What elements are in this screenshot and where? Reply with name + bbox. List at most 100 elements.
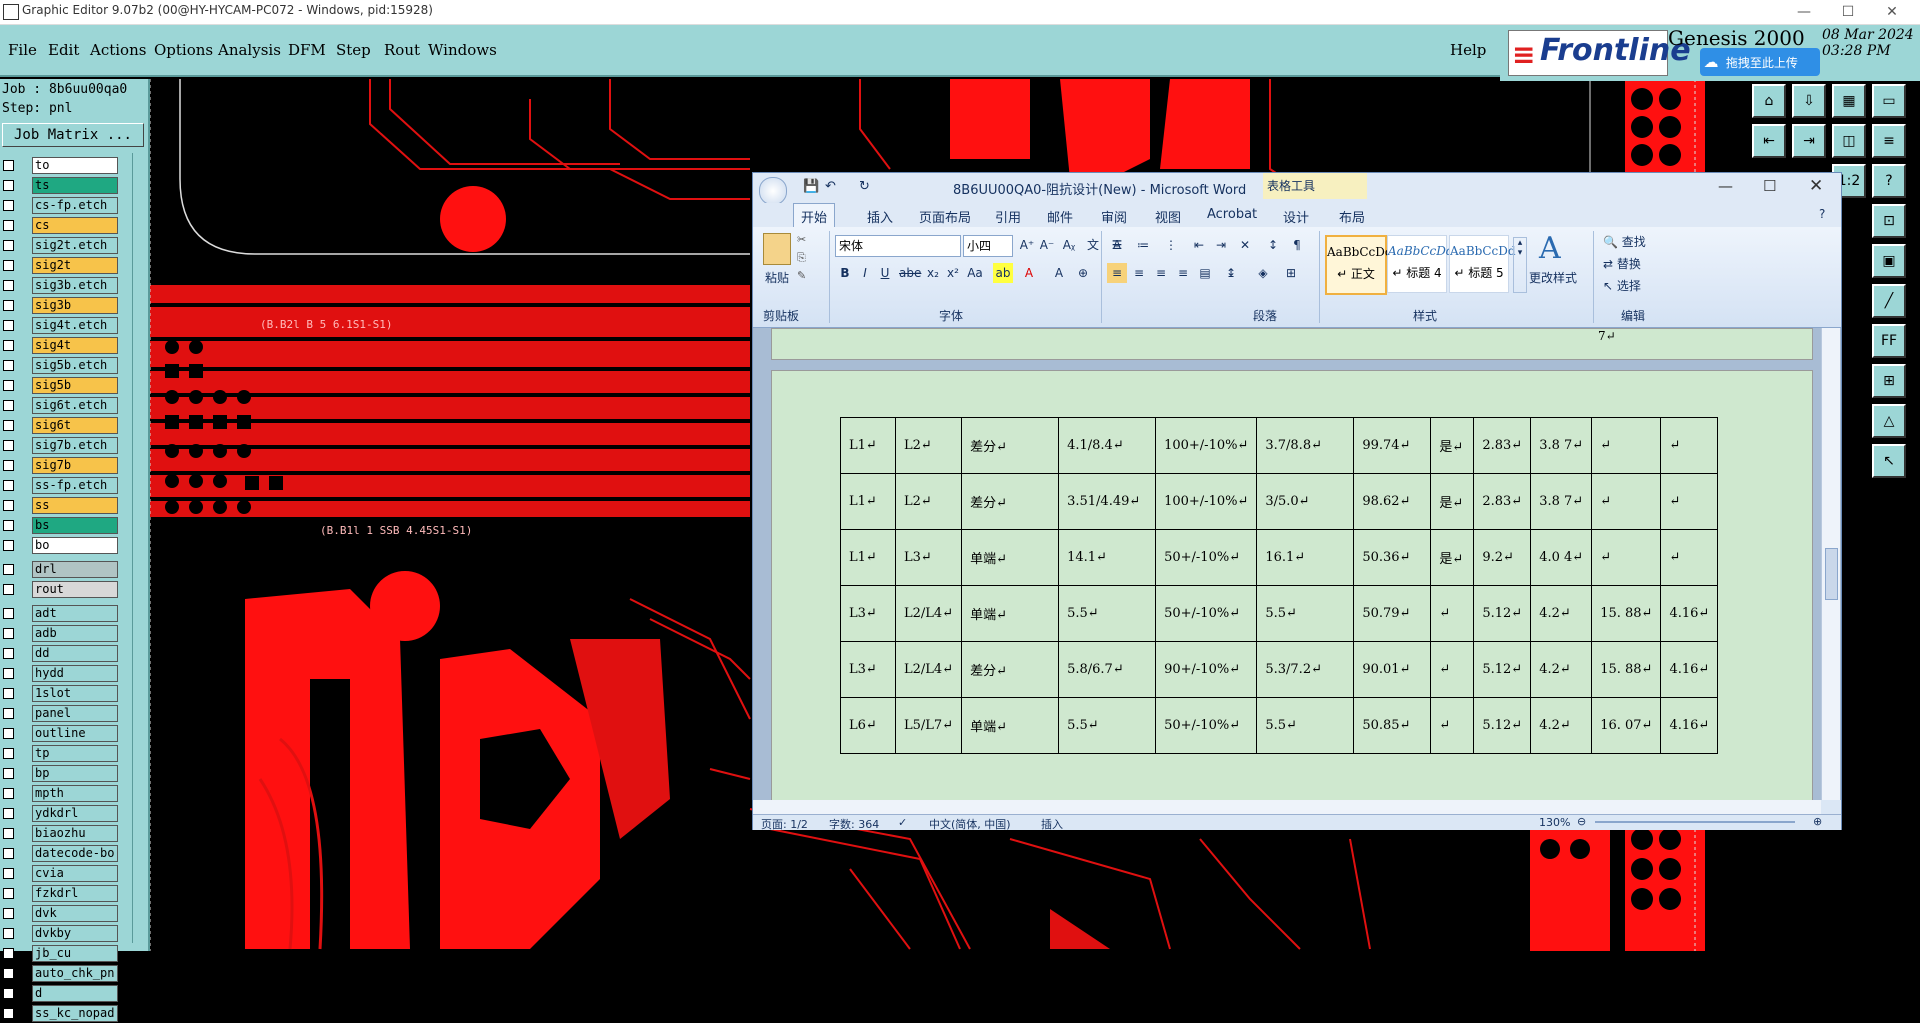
layer-checkbox[interactable]	[3, 848, 14, 859]
zoom-slider[interactable]	[1595, 821, 1795, 823]
layer-row[interactable]: datecode-bo	[0, 843, 135, 863]
menu-analysis[interactable]: Analysis	[218, 41, 281, 59]
table-cell[interactable]: 16.1↵	[1256, 529, 1355, 586]
scroll-thumb[interactable]	[1825, 548, 1838, 600]
table-cell[interactable]: 50+/-10%↵	[1155, 697, 1258, 754]
layer-name[interactable]: datecode-bo	[32, 845, 118, 862]
layer-row[interactable]: ts	[0, 175, 135, 195]
layer-row[interactable]: bs	[0, 515, 135, 535]
bullets-icon[interactable]: ☰	[1107, 235, 1127, 255]
layer-checkbox[interactable]	[3, 828, 14, 839]
layer-name[interactable]: cs	[32, 217, 118, 234]
layer-name[interactable]: dvk	[32, 905, 118, 922]
paste-icon[interactable]	[763, 233, 791, 265]
layer-row[interactable]: sig3b.etch	[0, 275, 135, 295]
layer-checkbox[interactable]	[3, 320, 14, 331]
layer-checkbox[interactable]	[3, 628, 14, 639]
layer-name[interactable]: ss_kc_nopad	[32, 1005, 118, 1022]
layer-name[interactable]: ss-fp.etch	[32, 477, 118, 494]
layer-name[interactable]: jb_cu	[32, 945, 118, 962]
layer-row[interactable]: to	[0, 155, 135, 175]
layer-name[interactable]: panel	[32, 705, 118, 722]
layer-name[interactable]: outline	[32, 725, 118, 742]
table-cell[interactable]: ↵	[1591, 473, 1662, 530]
layer-row[interactable]: sig5b.etch	[0, 355, 135, 375]
layer-name[interactable]: fzkdrl	[32, 885, 118, 902]
tab-review[interactable]: 审阅	[1101, 207, 1127, 226]
layer-name[interactable]: drl	[32, 561, 118, 578]
align-left-icon[interactable]: ≡	[1107, 263, 1127, 283]
table-cell[interactable]: L5/L7↵	[894, 697, 963, 754]
layer-name[interactable]: sig3b.etch	[32, 277, 118, 294]
menu-help[interactable]: Help	[1450, 41, 1486, 59]
table-cell[interactable]: L2↵	[894, 473, 963, 530]
table-cell[interactable]: ↵	[1430, 641, 1475, 698]
table-cell[interactable]: 4.2↵	[1530, 585, 1593, 642]
table-cell[interactable]: 差分↵	[961, 417, 1060, 474]
table-cell[interactable]: ↵	[1660, 529, 1719, 586]
status-zoom[interactable]: 130%	[1539, 816, 1570, 829]
table-cell[interactable]: 16. 07↵	[1591, 697, 1662, 754]
table-cell[interactable]: 4.16↵	[1660, 641, 1719, 698]
layer-name[interactable]: sig4t	[32, 337, 118, 354]
borders-icon[interactable]: ⊞	[1281, 263, 1301, 283]
table-cell[interactable]: 3.51/4.49↵	[1058, 473, 1157, 530]
table-cell[interactable]: ↵	[1591, 529, 1662, 586]
increase-indent-icon[interactable]: ⇥	[1211, 235, 1231, 255]
find-button[interactable]: 🔍 查找	[1603, 233, 1646, 250]
tab-insert[interactable]: 插入	[867, 207, 893, 226]
table-cell[interactable]: 单端↵	[961, 697, 1060, 754]
layer-row[interactable]: auto_chk_pn	[0, 963, 135, 983]
select-button[interactable]: ↖ 选择	[1603, 277, 1641, 294]
table-cell[interactable]: 4.1/8.4↵	[1058, 417, 1157, 474]
layer-checkbox[interactable]	[3, 748, 14, 759]
style-heading4[interactable]: AaBbCcDd ↵ 标题 4	[1387, 235, 1454, 293]
layer-name[interactable]: bo	[32, 537, 118, 554]
numbering-icon[interactable]: ≔	[1133, 235, 1153, 255]
table-cell[interactable]: L2↵	[894, 417, 963, 474]
table-cell[interactable]: 差分↵	[961, 473, 1060, 530]
tool-line-icon[interactable]: ╱	[1872, 284, 1906, 318]
tool-split-icon[interactable]: ◫	[1832, 124, 1866, 158]
layer-row[interactable]: sig5b	[0, 375, 135, 395]
table-cell[interactable]: 差分↵	[961, 641, 1060, 698]
layer-name[interactable]: adt	[32, 605, 118, 622]
tool-window-icon[interactable]: ▭	[1872, 84, 1906, 118]
layer-checkbox[interactable]	[3, 584, 14, 595]
tab-acrobat[interactable]: Acrobat	[1207, 207, 1257, 222]
menu-file[interactable]: File	[8, 41, 37, 59]
layer-name[interactable]: d	[32, 985, 118, 1002]
table-cell[interactable]: 是↵	[1430, 473, 1475, 530]
tab-layout[interactable]: 布局	[1339, 207, 1365, 226]
table-cell[interactable]: 90.01↵	[1353, 641, 1432, 698]
layer-row[interactable]: ss_kc_nopad	[0, 1003, 135, 1023]
change-styles-icon[interactable]: A	[1539, 231, 1561, 266]
layer-row[interactable]: cvia	[0, 863, 135, 883]
menu-dfm[interactable]: DFM	[288, 41, 326, 59]
tab-references[interactable]: 引用	[995, 207, 1021, 226]
table-cell[interactable]: 50.36↵	[1353, 529, 1432, 586]
layer-name[interactable]: adb	[32, 625, 118, 642]
word-maximize-button[interactable]: ☐	[1763, 177, 1776, 195]
table-cell[interactable]: 4.0 4↵	[1530, 529, 1593, 586]
layer-name[interactable]: mpth	[32, 785, 118, 802]
table-cell[interactable]: 9.2↵	[1473, 529, 1532, 586]
layer-name[interactable]: cs-fp.etch	[32, 197, 118, 214]
layer-checkbox[interactable]	[3, 988, 14, 999]
menu-windows[interactable]: Windows	[428, 41, 497, 59]
layer-checkbox[interactable]	[3, 520, 14, 531]
table-cell[interactable]: 5.12↵	[1473, 641, 1532, 698]
tool-grid-icon[interactable]: ⊞	[1872, 364, 1906, 398]
layer-row[interactable]: cs	[0, 215, 135, 235]
layer-checkbox[interactable]	[3, 768, 14, 779]
layer-name[interactable]: ss	[32, 497, 118, 514]
layer-name[interactable]: sig5b	[32, 377, 118, 394]
job-matrix-button[interactable]: Job Matrix ...	[2, 123, 144, 147]
layer-name[interactable]: rout	[32, 581, 118, 598]
layer-row[interactable]: rout	[0, 579, 135, 599]
layer-checkbox[interactable]	[3, 160, 14, 171]
layer-checkbox[interactable]	[3, 360, 14, 371]
zoom-out-icon[interactable]: ⊖	[1577, 815, 1586, 828]
layer-row[interactable]: sig7b.etch	[0, 435, 135, 455]
table-cell[interactable]: ↵	[1591, 417, 1662, 474]
